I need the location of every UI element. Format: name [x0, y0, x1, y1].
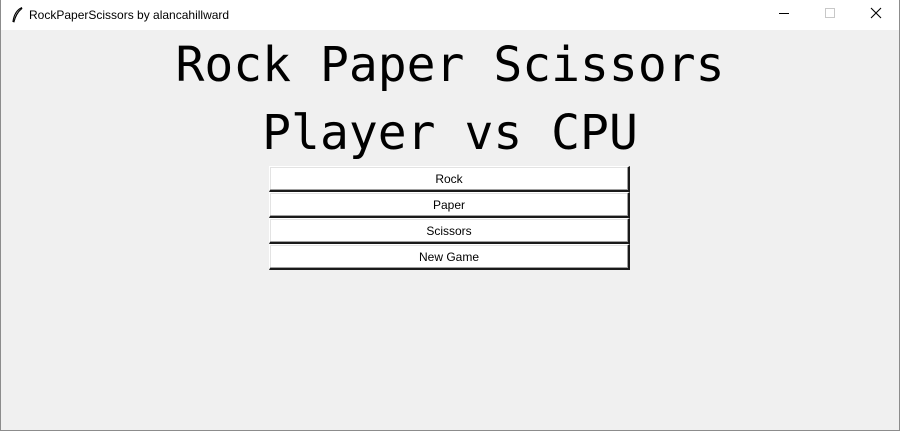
scissors-button[interactable]: Scissors [269, 218, 630, 244]
window-title: RockPaperScissors by alancahillward [29, 8, 230, 22]
game-title: Rock Paper Scissors [175, 37, 725, 93]
window-controls [761, 0, 899, 30]
close-icon [870, 6, 882, 24]
new-game-button[interactable]: New Game [269, 244, 630, 270]
feather-icon [10, 7, 24, 23]
minimize-button[interactable] [761, 0, 807, 30]
close-button[interactable] [853, 0, 899, 30]
maximize-icon [824, 6, 836, 24]
app-window: RockPaperScissors by alancahillward Rock… [0, 0, 900, 431]
choice-buttons: Rock Paper Scissors New Game [269, 166, 630, 270]
minimize-icon [778, 6, 790, 24]
main-content: Rock Paper Scissors Player vs CPU Rock P… [1, 30, 899, 430]
title-bar[interactable]: RockPaperScissors by alancahillward [1, 0, 899, 30]
maximize-button[interactable] [807, 0, 853, 30]
paper-button[interactable]: Paper [269, 192, 630, 218]
game-mode-label: Player vs CPU [262, 105, 638, 161]
rock-button[interactable]: Rock [269, 166, 630, 192]
